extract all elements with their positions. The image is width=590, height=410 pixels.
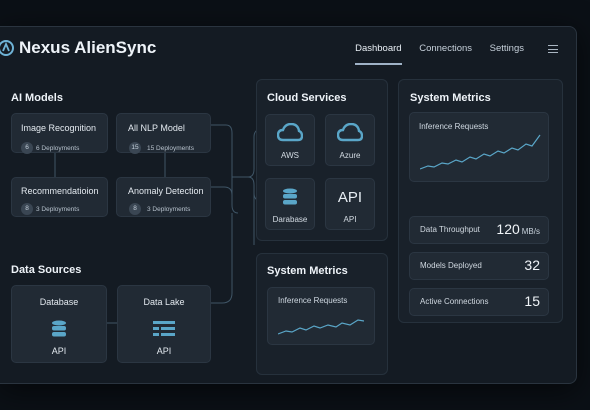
database-icon [283, 188, 297, 205]
nav-connections[interactable]: Connections [419, 43, 472, 54]
inference-sparkline [278, 319, 364, 335]
source-title: Database [39, 297, 79, 307]
service-azure[interactable]: Azure [325, 114, 375, 166]
table-icon [153, 321, 175, 336]
source-label: API [51, 346, 67, 356]
service-label: API [343, 215, 357, 224]
metric-unit: MB/s [521, 227, 540, 236]
model-card-recommendation[interactable]: Recommendatioion 8 3 Deployments [11, 177, 108, 217]
inference-chart [420, 134, 541, 170]
model-card-title: Anomaly Detection [128, 186, 204, 196]
service-label: Azure [339, 151, 361, 160]
cloud-services-panel: Cloud Services AWS Azure Darabase API AP… [256, 79, 388, 241]
source-database[interactable]: Database API [11, 285, 107, 363]
nav-dashboard[interactable]: Dashboard [355, 43, 403, 65]
main-nav: Dashboard Connections Settings [340, 43, 524, 65]
system-metrics-mini-panel: System Metrics Inference Requests [256, 253, 388, 375]
metric-value: 120 MB/s [496, 221, 540, 237]
service-api[interactable]: API API [325, 178, 375, 230]
deployment-badge: 8 [129, 203, 141, 215]
system-metrics-title: System Metrics [410, 92, 491, 104]
service-aws[interactable]: AWS [265, 114, 315, 166]
cloud-services-title: Cloud Services [267, 92, 347, 104]
logo-icon [0, 40, 14, 56]
deployment-badge: 15 [129, 142, 141, 154]
deployment-count: 3 Deployments [36, 206, 80, 213]
metric-value: 32 [524, 257, 540, 273]
source-label: API [156, 346, 172, 356]
metric-label: Models Deployed [420, 261, 482, 270]
model-card-title: Recommendatioion [21, 186, 99, 196]
inference-chart-card: Inference Requests [267, 287, 375, 345]
app-window: Nexus AlienSync Dashboard Connections Se… [0, 26, 577, 384]
model-card-anomaly-detection[interactable]: Anomaly Detection 8 3 Deployments [116, 177, 211, 217]
deployment-badge: 8 [21, 203, 33, 215]
metric-data-throughput: Data Throughput 120 MB/s [409, 216, 549, 244]
system-metrics-panel: System Metrics Inference Requests Data T… [398, 79, 563, 323]
cloud-icon [337, 123, 363, 142]
source-data-lake[interactable]: Data Lake API [117, 285, 211, 363]
source-title: Data Lake [143, 297, 185, 307]
cloud-icon [277, 123, 303, 142]
data-sources-title: Data Sources [11, 264, 82, 276]
chart-label: Inference Requests [419, 122, 489, 131]
deployment-count: 3 Deployments [147, 206, 191, 213]
metric-active-connections: Active Connections 15 [409, 288, 549, 316]
deployment-count: 6 Deployments [36, 145, 80, 152]
database-icon [52, 320, 66, 337]
metric-models-deployed: Models Deployed 32 [409, 252, 549, 280]
service-label: AWS [281, 151, 299, 160]
chart-label: Inference Requests [278, 296, 348, 305]
api-icon: API [337, 189, 363, 206]
inference-requests-card: Inference Requests [409, 112, 549, 182]
metric-label: Data Throughput [420, 225, 480, 234]
deployment-count: 15 Deployments [147, 145, 194, 152]
app-title: Nexus AlienSync [19, 38, 157, 57]
service-label: Darabase [272, 215, 308, 224]
deployment-badge: 6 [21, 142, 33, 154]
model-card-nlp[interactable]: All NLP Model 15 15 Deployments [116, 113, 211, 154]
model-card-image-recognition[interactable]: Image Recognition 6 6 Deployments [11, 113, 108, 154]
top-bar: Nexus AlienSync Dashboard Connections Se… [0, 27, 576, 71]
service-database[interactable]: Darabase [265, 178, 315, 230]
model-card-title: Image Recognition [21, 123, 97, 133]
menu-icon[interactable] [548, 45, 558, 53]
ai-models-title: AI Models [11, 92, 63, 104]
metric-label: Active Connections [420, 297, 489, 306]
model-card-title: All NLP Model [128, 123, 185, 133]
system-metrics-mini-title: System Metrics [267, 265, 348, 277]
nav-settings[interactable]: Settings [490, 43, 524, 54]
metric-value: 15 [524, 293, 540, 309]
